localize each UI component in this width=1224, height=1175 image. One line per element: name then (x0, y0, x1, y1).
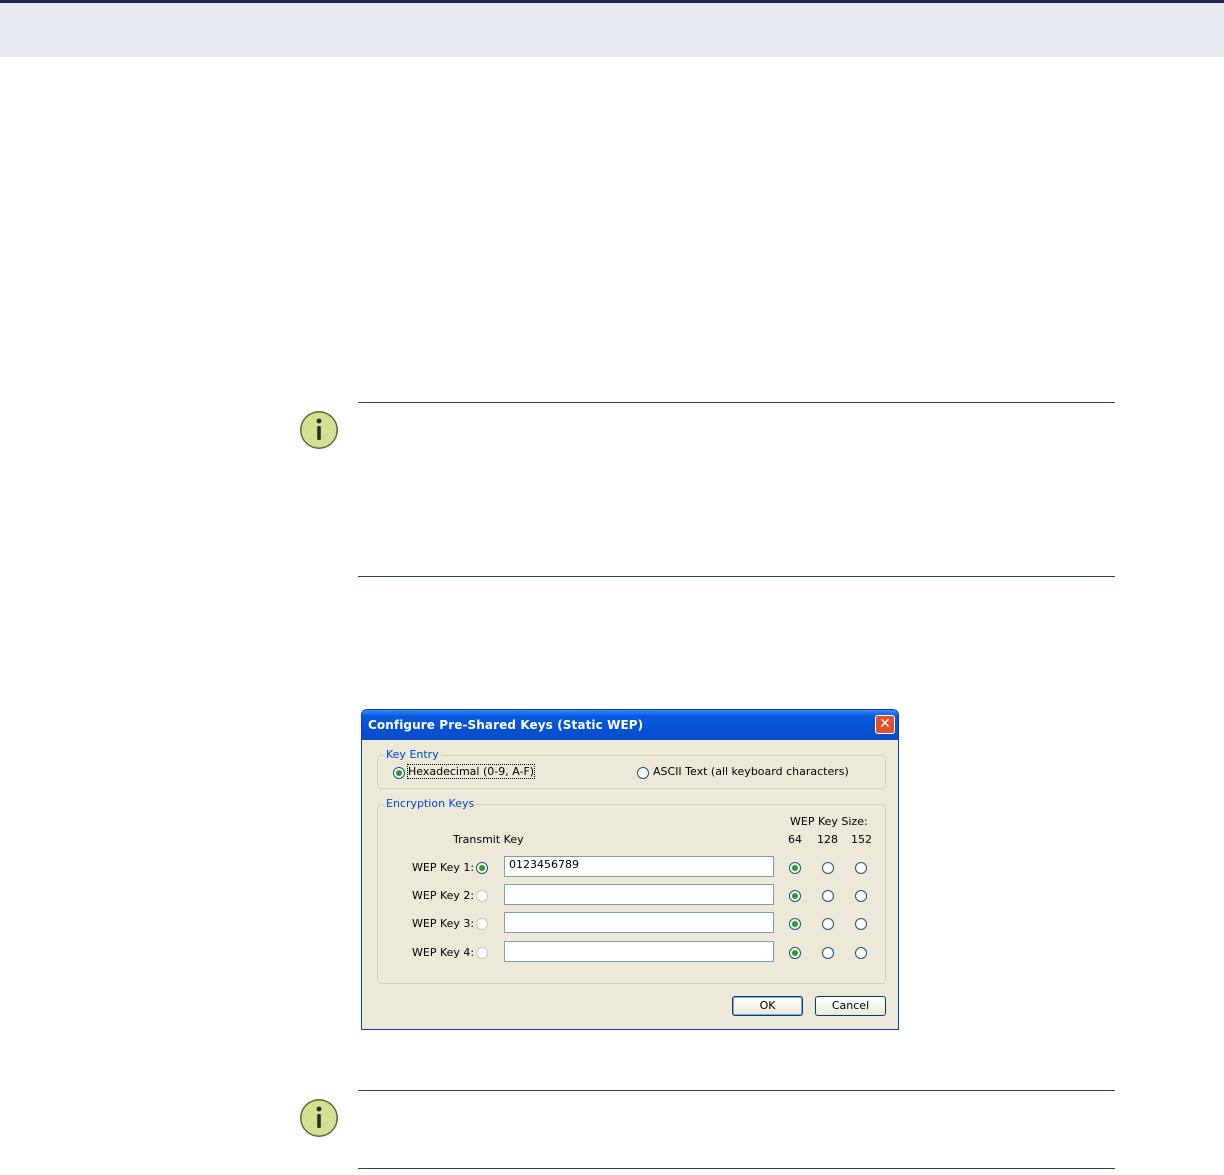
dialog-titlebar[interactable]: Configure Pre-Shared Keys (Static WEP) ✕ (362, 710, 898, 740)
encryption-keys-legend: Encryption Keys (384, 797, 477, 810)
wep-key-2-size-152-radio[interactable] (855, 890, 867, 902)
wep-key-2-size-128-radio[interactable] (822, 890, 834, 902)
wep-key-3-size-128-radio[interactable] (822, 918, 834, 930)
wep-key-4-size-152-radio[interactable] (855, 947, 867, 959)
size-128-header: 128 (817, 833, 838, 846)
wep-key-2-size-64-radio[interactable] (789, 890, 801, 902)
note-bottom-rule (358, 1168, 1115, 1169)
wep-key-size-header: WEP Key Size: (790, 815, 868, 828)
dialog-title: Configure Pre-Shared Keys (Static WEP) (368, 718, 644, 732)
ok-button[interactable]: OK (732, 996, 803, 1016)
wep-key-3-transmit-radio[interactable] (476, 918, 488, 930)
cancel-button[interactable]: Cancel (815, 996, 886, 1016)
wep-key-1-size-128-radio[interactable] (822, 862, 834, 874)
wep-keys-dialog: Configure Pre-Shared Keys (Static WEP) ✕… (361, 709, 899, 1030)
wep-key-1-transmit-radio[interactable] (476, 862, 488, 874)
info-icon (300, 1099, 338, 1137)
wep-key-4-transmit-radio[interactable] (476, 947, 488, 959)
wep-key-3-input[interactable] (504, 912, 774, 933)
key-entry-legend: Key Entry (384, 748, 441, 761)
transmit-key-header: Transmit Key (453, 833, 524, 846)
wep-key-1-size-152-radio[interactable] (855, 862, 867, 874)
wep-key-3-label: WEP Key 3: (412, 917, 475, 930)
size-152-header: 152 (851, 833, 872, 846)
wep-key-2-label: WEP Key 2: (412, 889, 475, 902)
encryption-keys-group: Encryption Keys Transmit Key WEP Key Siz… (377, 797, 886, 984)
wep-key-1-input[interactable]: 0123456789 (504, 856, 774, 877)
wep-key-3-size-152-radio[interactable] (855, 918, 867, 930)
wep-key-1-size-64-radio[interactable] (789, 862, 801, 874)
wep-key-2-transmit-radio[interactable] (476, 890, 488, 902)
ascii-label[interactable]: ASCII Text (all keyboard characters) (653, 765, 849, 778)
info-icon (300, 411, 338, 449)
ascii-radio[interactable] (637, 767, 649, 779)
wep-key-4-label: WEP Key 4: (412, 946, 475, 959)
wep-key-4-size-128-radio[interactable] (822, 947, 834, 959)
wep-key-1-label: WEP Key 1: (412, 861, 475, 874)
wep-key-3-size-64-radio[interactable] (789, 918, 801, 930)
wep-key-4-input[interactable] (504, 941, 774, 962)
hex-label[interactable]: Hexadecimal (0-9, A-F) (406, 764, 536, 779)
key-entry-group: Key Entry Hexadecimal (0-9, A-F) ASCII T… (377, 748, 886, 789)
note-top-rule (358, 1090, 1115, 1091)
note-top-rule (358, 402, 1115, 403)
size-64-header: 64 (788, 833, 802, 846)
wep-key-4-size-64-radio[interactable] (789, 947, 801, 959)
wep-key-2-input[interactable] (504, 884, 774, 905)
note-bottom-rule (358, 576, 1115, 577)
dialog-body: Key Entry Hexadecimal (0-9, A-F) ASCII T… (365, 740, 895, 1027)
hex-radio[interactable] (393, 767, 405, 779)
page-header-band (0, 0, 1224, 57)
close-icon[interactable]: ✕ (875, 715, 895, 734)
